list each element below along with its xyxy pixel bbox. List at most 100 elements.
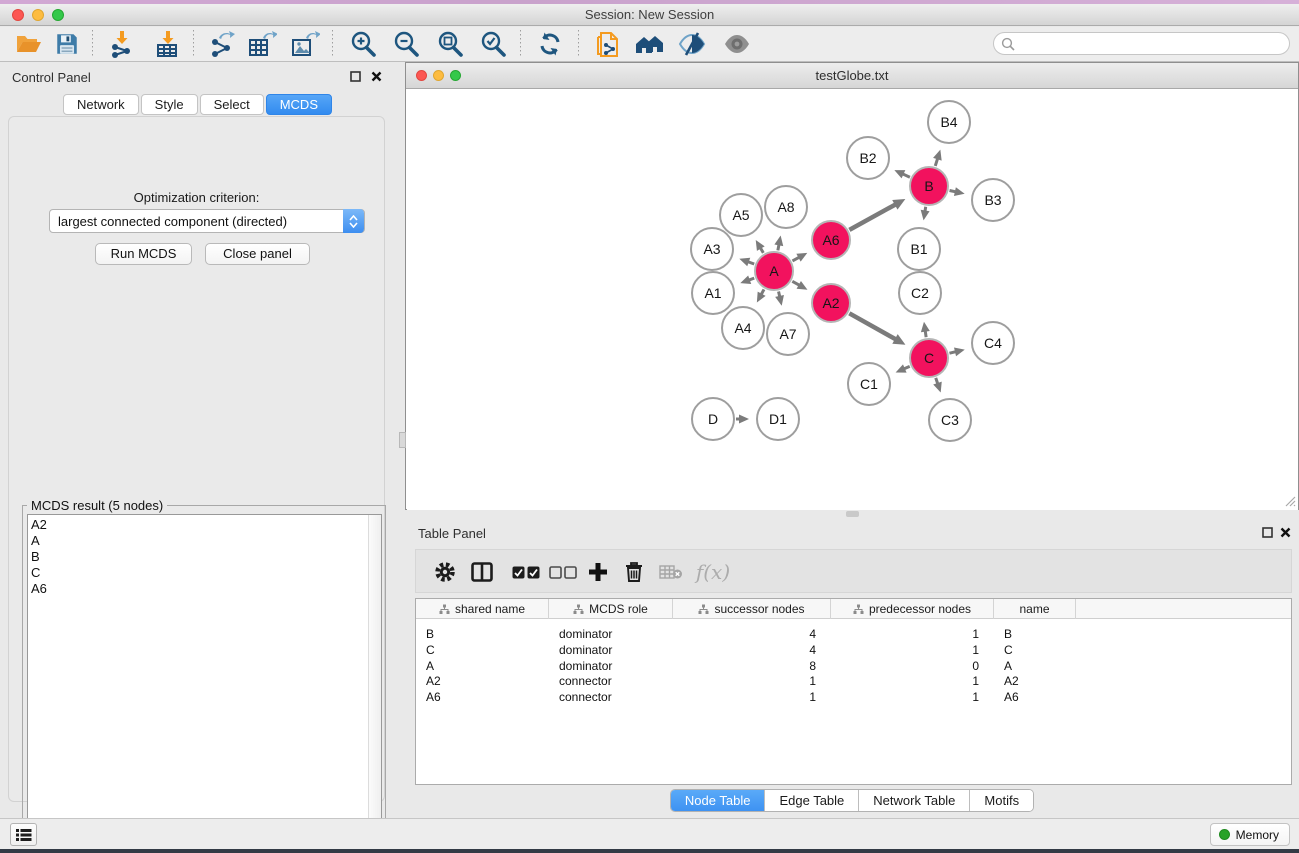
- mcds-result-item[interactable]: C: [31, 565, 381, 581]
- hide-graphics-details-icon[interactable]: [677, 29, 707, 59]
- table-cell[interactable]: 1: [831, 627, 994, 643]
- table-cell[interactable]: dominator: [549, 627, 673, 643]
- table-cell[interactable]: dominator: [549, 643, 673, 659]
- table-cell[interactable]: connector: [549, 690, 673, 706]
- float-panel-icon[interactable]: [1262, 527, 1273, 538]
- table-cell[interactable]: A6: [994, 690, 1076, 706]
- table-cell[interactable]: C: [416, 643, 549, 659]
- tab-network[interactable]: Network: [63, 94, 139, 115]
- table-settings-gear-icon[interactable]: [432, 556, 458, 588]
- table-cell[interactable]: B: [994, 627, 1076, 643]
- zoom-in-icon[interactable]: [348, 29, 378, 59]
- zoom-window-button[interactable]: [52, 9, 64, 21]
- table-row[interactable]: A6connector11A6: [416, 690, 1291, 706]
- export-network-icon[interactable]: [206, 29, 236, 59]
- show-graphics-details-icon[interactable]: [722, 29, 752, 59]
- table-cell[interactable]: A: [994, 659, 1076, 675]
- graph-edge[interactable]: [849, 313, 896, 340]
- tab-edge-table[interactable]: Edge Table: [765, 790, 859, 811]
- table-cell[interactable]: connector: [549, 674, 673, 690]
- zoom-network-button[interactable]: [450, 70, 461, 81]
- table-cell[interactable]: A: [416, 659, 549, 675]
- resize-grip-icon[interactable]: [1283, 494, 1296, 507]
- search-field[interactable]: [993, 32, 1290, 55]
- network-canvas[interactable]: B4B2BB3A8A5A6A3B1AA1C2A2A4A7C4CC1DD1C3: [407, 90, 1298, 510]
- splitter-handle-vertical[interactable]: [399, 432, 406, 448]
- zoom-out-icon[interactable]: [391, 29, 421, 59]
- minimize-window-button[interactable]: [32, 9, 44, 21]
- splitter-handle-horizontal[interactable]: [846, 511, 859, 517]
- table-row[interactable]: A2connector11A2: [416, 674, 1291, 690]
- add-column-icon[interactable]: [584, 556, 612, 588]
- close-panel-icon[interactable]: [371, 71, 382, 82]
- mcds-result-item[interactable]: A2: [31, 517, 381, 533]
- graph-edge[interactable]: [849, 204, 896, 230]
- column-header-MCDS-role[interactable]: MCDS role: [549, 599, 673, 619]
- table-cell[interactable]: 1: [673, 690, 831, 706]
- mcds-result-item[interactable]: A: [31, 533, 381, 549]
- table-cell[interactable]: 1: [831, 674, 994, 690]
- import-network-icon[interactable]: [107, 29, 137, 59]
- table-cell[interactable]: A2: [416, 674, 549, 690]
- zoom-selected-icon[interactable]: [478, 29, 508, 59]
- delete-table-icon[interactable]: [658, 556, 684, 588]
- memory-status-icon: [1219, 829, 1230, 840]
- zoom-fit-icon[interactable]: [435, 29, 465, 59]
- mcds-result-list[interactable]: A2ABCA6: [27, 514, 382, 840]
- float-panel-icon[interactable]: [350, 71, 361, 82]
- import-table-icon[interactable]: [153, 29, 183, 59]
- table-row[interactable]: Adominator80A: [416, 659, 1291, 675]
- table-cell[interactable]: 4: [673, 627, 831, 643]
- table-cell[interactable]: dominator: [549, 659, 673, 675]
- open-folder-icon[interactable]: [13, 29, 43, 59]
- table-cell[interactable]: 1: [831, 690, 994, 706]
- scrollbar-track[interactable]: [368, 515, 381, 839]
- export-table-icon[interactable]: [247, 29, 277, 59]
- network-graph[interactable]: B4B2BB3A8A5A6A3B1AA1C2A2A4A7C4CC1DD1C3: [407, 90, 1298, 510]
- close-window-button[interactable]: [12, 9, 24, 21]
- tab-mcds[interactable]: MCDS: [266, 94, 332, 115]
- column-header-predecessor-nodes[interactable]: predecessor nodes: [831, 599, 994, 619]
- select-all-columns-icon[interactable]: [510, 556, 542, 588]
- refresh-network-icon[interactable]: [535, 29, 565, 59]
- home-icon[interactable]: [634, 29, 664, 59]
- column-header-shared-name[interactable]: shared name: [416, 599, 549, 619]
- table-cell[interactable]: 1: [673, 674, 831, 690]
- memory-button[interactable]: Memory: [1210, 823, 1290, 846]
- table-cell[interactable]: 8: [673, 659, 831, 675]
- minimize-network-button[interactable]: [433, 70, 444, 81]
- network-window-titlebar[interactable]: testGlobe.txt: [406, 63, 1298, 89]
- table-cell[interactable]: A6: [416, 690, 549, 706]
- close-network-button[interactable]: [416, 70, 427, 81]
- table-cell[interactable]: A2: [994, 674, 1076, 690]
- export-image-icon[interactable]: [290, 29, 320, 59]
- new-network-from-file-icon[interactable]: [593, 29, 623, 59]
- deselect-all-columns-icon[interactable]: [547, 556, 579, 588]
- table-row[interactable]: Cdominator41C: [416, 643, 1291, 659]
- close-panel-icon[interactable]: [1280, 527, 1291, 538]
- table-cell[interactable]: 1: [831, 643, 994, 659]
- save-session-icon[interactable]: [52, 29, 82, 59]
- column-header-name[interactable]: name: [994, 599, 1076, 619]
- tab-style[interactable]: Style: [141, 94, 198, 115]
- tab-select[interactable]: Select: [200, 94, 264, 115]
- table-row[interactable]: Bdominator41B: [416, 627, 1291, 643]
- search-input[interactable]: [1015, 37, 1289, 51]
- split-table-icon[interactable]: [469, 556, 495, 588]
- table-cell[interactable]: 0: [831, 659, 994, 675]
- mcds-result-item[interactable]: A6: [31, 581, 381, 597]
- close-panel-button[interactable]: Close panel: [205, 243, 310, 265]
- mcds-result-item[interactable]: B: [31, 549, 381, 565]
- column-header-successor-nodes[interactable]: successor nodes: [673, 599, 831, 619]
- function-builder-icon[interactable]: f(x): [693, 556, 733, 588]
- tab-network-table[interactable]: Network Table: [859, 790, 970, 811]
- delete-columns-trash-icon[interactable]: [621, 556, 647, 588]
- tab-motifs[interactable]: Motifs: [970, 790, 1033, 811]
- table-cell[interactable]: 4: [673, 643, 831, 659]
- task-history-button[interactable]: [10, 823, 37, 846]
- table-cell[interactable]: B: [416, 627, 549, 643]
- run-mcds-button[interactable]: Run MCDS: [95, 243, 192, 265]
- table-cell[interactable]: C: [994, 643, 1076, 659]
- optimization-criterion-dropdown[interactable]: largest connected component (directed): [49, 209, 365, 233]
- tab-node-table[interactable]: Node Table: [671, 790, 766, 811]
